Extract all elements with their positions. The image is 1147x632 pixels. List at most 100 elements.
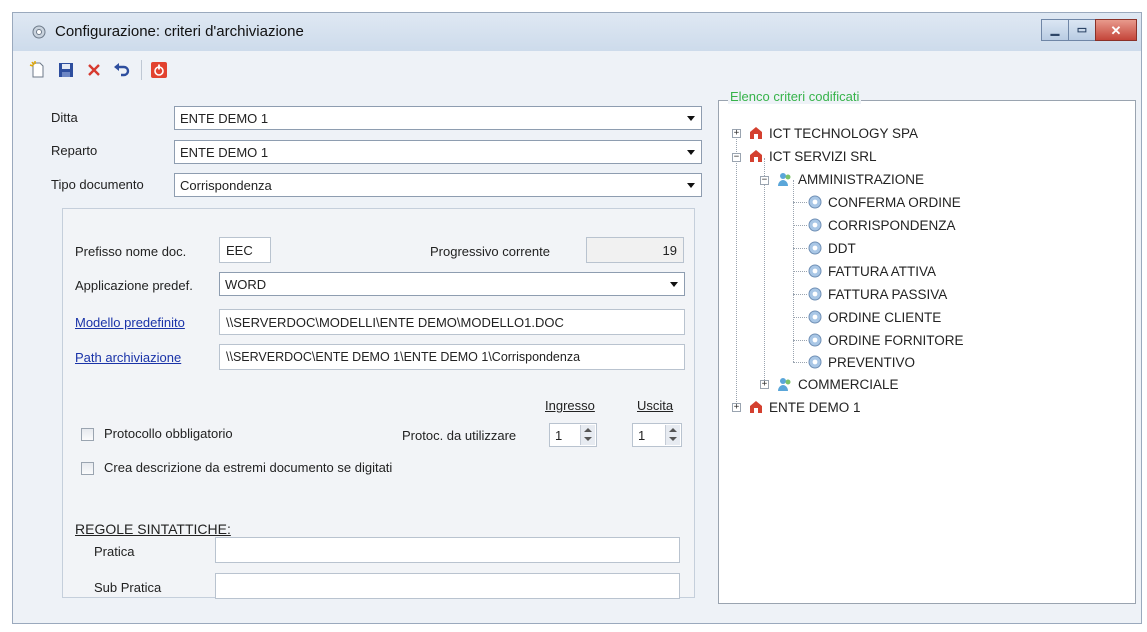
protoc-utilizzare-label: Protoc. da utilizzare xyxy=(402,428,517,443)
tree-node-company[interactable]: ENTE DEMO 1 xyxy=(748,397,861,417)
tree-node-label: PREVENTIVO xyxy=(828,354,916,370)
ingresso-header: Ingresso xyxy=(545,398,595,413)
tree-node-doctype[interactable]: ORDINE CLIENTE xyxy=(807,307,941,327)
tree-node-label: FATTURA PASSIVA xyxy=(828,286,948,302)
modello-input[interactable]: \\SERVERDOC\MODELLI\ENTE DEMO\MODELLO1.D… xyxy=(219,309,685,335)
tree-node-department[interactable]: AMMINISTRAZIONE xyxy=(777,169,924,189)
modello-predefinito-link[interactable]: Modello predefinito xyxy=(75,315,185,330)
title-bar[interactable]: Configurazione: criteri d'archiviazione … xyxy=(13,13,1141,51)
minimize-icon: ▁ xyxy=(1050,23,1060,36)
close-icon: ✕ xyxy=(1110,22,1122,38)
undo-button[interactable] xyxy=(111,59,133,81)
toolbar-separator xyxy=(141,60,142,80)
path-archiviazione-link[interactable]: Path archiviazione xyxy=(75,350,181,365)
tree-node-label: ICT TECHNOLOGY SPA xyxy=(769,125,919,141)
reparto-select[interactable]: ENTE DEMO 1 xyxy=(174,140,702,164)
tree-group-title: Elenco criteri codificati xyxy=(728,89,862,104)
tree-expand-icon[interactable]: + xyxy=(760,380,769,389)
minimize-button[interactable]: ▁ xyxy=(1041,19,1069,41)
gear-icon xyxy=(808,333,822,347)
window-title: Configurazione: criteri d'archiviazione xyxy=(55,23,304,40)
tree-line xyxy=(736,134,737,408)
crea-descrizione-label: Crea descrizione da estremi documento se… xyxy=(104,460,393,475)
tree-node-company[interactable]: ICT TECHNOLOGY SPA xyxy=(748,123,918,143)
new-button[interactable] xyxy=(27,59,49,81)
gear-icon xyxy=(808,241,822,255)
prefisso-input[interactable]: EEC xyxy=(219,237,271,263)
tree-node-label: ORDINE FORNITORE xyxy=(828,332,964,348)
ditta-select[interactable]: ENTE DEMO 1 xyxy=(174,106,702,130)
exit-button[interactable] xyxy=(148,59,170,81)
tipo-documento-label: Tipo documento xyxy=(51,177,144,192)
chevron-down-icon xyxy=(687,183,695,188)
pratica-input[interactable] xyxy=(215,537,680,563)
tipo-documento-value: Corrispondenza xyxy=(180,178,272,193)
tree-line xyxy=(793,225,807,226)
tree-node-label: ORDINE CLIENTE xyxy=(828,309,942,325)
company-icon xyxy=(750,150,762,162)
stepper-arrows-icon[interactable] xyxy=(580,425,595,445)
chevron-down-icon xyxy=(687,116,695,121)
tipo-documento-select[interactable]: Corrispondenza xyxy=(174,173,702,197)
applicazione-value: WORD xyxy=(225,277,267,292)
tree-node-label: COMMERCIALE xyxy=(798,376,899,392)
tree-node-doctype[interactable]: DDT xyxy=(807,238,856,258)
tree-line xyxy=(793,294,807,295)
tree-line xyxy=(793,340,807,341)
delete-button[interactable] xyxy=(83,59,105,81)
reparto-value: ENTE DEMO 1 xyxy=(180,145,269,160)
chevron-down-icon xyxy=(670,282,678,287)
tree-node-department[interactable]: COMMERCIALE xyxy=(777,374,899,394)
gear-icon xyxy=(808,195,822,209)
tree-collapse-icon[interactable]: − xyxy=(760,176,769,185)
exit-icon xyxy=(151,62,167,78)
new-icon xyxy=(29,61,44,78)
protocollo-checkbox[interactable] xyxy=(81,428,94,441)
tree-node-doctype[interactable]: ORDINE FORNITORE xyxy=(807,330,964,350)
tree-collapse-icon[interactable]: − xyxy=(732,153,741,162)
progressivo-input: 19 xyxy=(586,237,684,263)
tree-node-doctype[interactable]: FATTURA PASSIVA xyxy=(807,284,947,304)
tree-line xyxy=(764,158,765,384)
gear-icon xyxy=(808,287,822,301)
crea-descrizione-checkbox[interactable] xyxy=(81,462,94,475)
pratica-label: Pratica xyxy=(94,544,135,559)
tree-node-doctype[interactable]: PREVENTIVO xyxy=(807,352,915,372)
applicazione-select[interactable]: WORD xyxy=(219,272,685,296)
gear-icon xyxy=(808,218,822,232)
tree-node-label: AMMINISTRAZIONE xyxy=(798,171,925,187)
company-icon xyxy=(750,401,762,413)
sub-pratica-input[interactable] xyxy=(215,573,680,599)
toolbar xyxy=(27,57,176,83)
tree-expand-icon[interactable]: + xyxy=(732,403,741,412)
ditta-value: ENTE DEMO 1 xyxy=(180,111,269,126)
ditta-label: Ditta xyxy=(51,110,78,125)
tree-node-doctype[interactable]: CORRISPONDENZA xyxy=(807,215,956,235)
tree-node-doctype[interactable]: FATTURA ATTIVA xyxy=(807,261,936,281)
tree-line xyxy=(793,317,807,318)
prefisso-label: Prefisso nome doc. xyxy=(75,244,187,259)
maximize-icon: ▭ xyxy=(1076,23,1088,36)
tree-node-label: DDT xyxy=(828,240,856,256)
tree-node-label: CONFERMA ORDINE xyxy=(828,194,961,210)
path-input[interactable]: \\SERVERDOC\ENTE DEMO 1\ENTE DEMO 1\Corr… xyxy=(219,344,685,370)
tree-node-company[interactable]: ICT SERVIZI SRL xyxy=(748,146,877,166)
save-button[interactable] xyxy=(55,59,77,81)
tree-line xyxy=(793,202,807,203)
maximize-button[interactable]: ▭ xyxy=(1068,19,1096,41)
stepper-arrows-icon[interactable] xyxy=(665,425,680,445)
tree-node-label: ENTE DEMO 1 xyxy=(769,399,861,415)
gear-icon xyxy=(808,310,822,324)
close-button[interactable]: ✕ xyxy=(1095,19,1137,41)
uscita-header: Uscita xyxy=(637,398,674,413)
tree-node-doctype[interactable]: CONFERMA ORDINE xyxy=(807,192,961,212)
protocollo-label: Protocollo obbligatorio xyxy=(104,426,233,441)
chevron-down-icon xyxy=(687,150,695,155)
ingresso-stepper[interactable]: 1 xyxy=(549,423,597,447)
tree-expand-icon[interactable]: + xyxy=(732,129,741,138)
gear-icon xyxy=(808,264,822,278)
uscita-stepper[interactable]: 1 xyxy=(632,423,682,447)
save-icon xyxy=(59,63,73,77)
company-icon xyxy=(750,127,762,139)
gear-icon xyxy=(32,25,46,39)
